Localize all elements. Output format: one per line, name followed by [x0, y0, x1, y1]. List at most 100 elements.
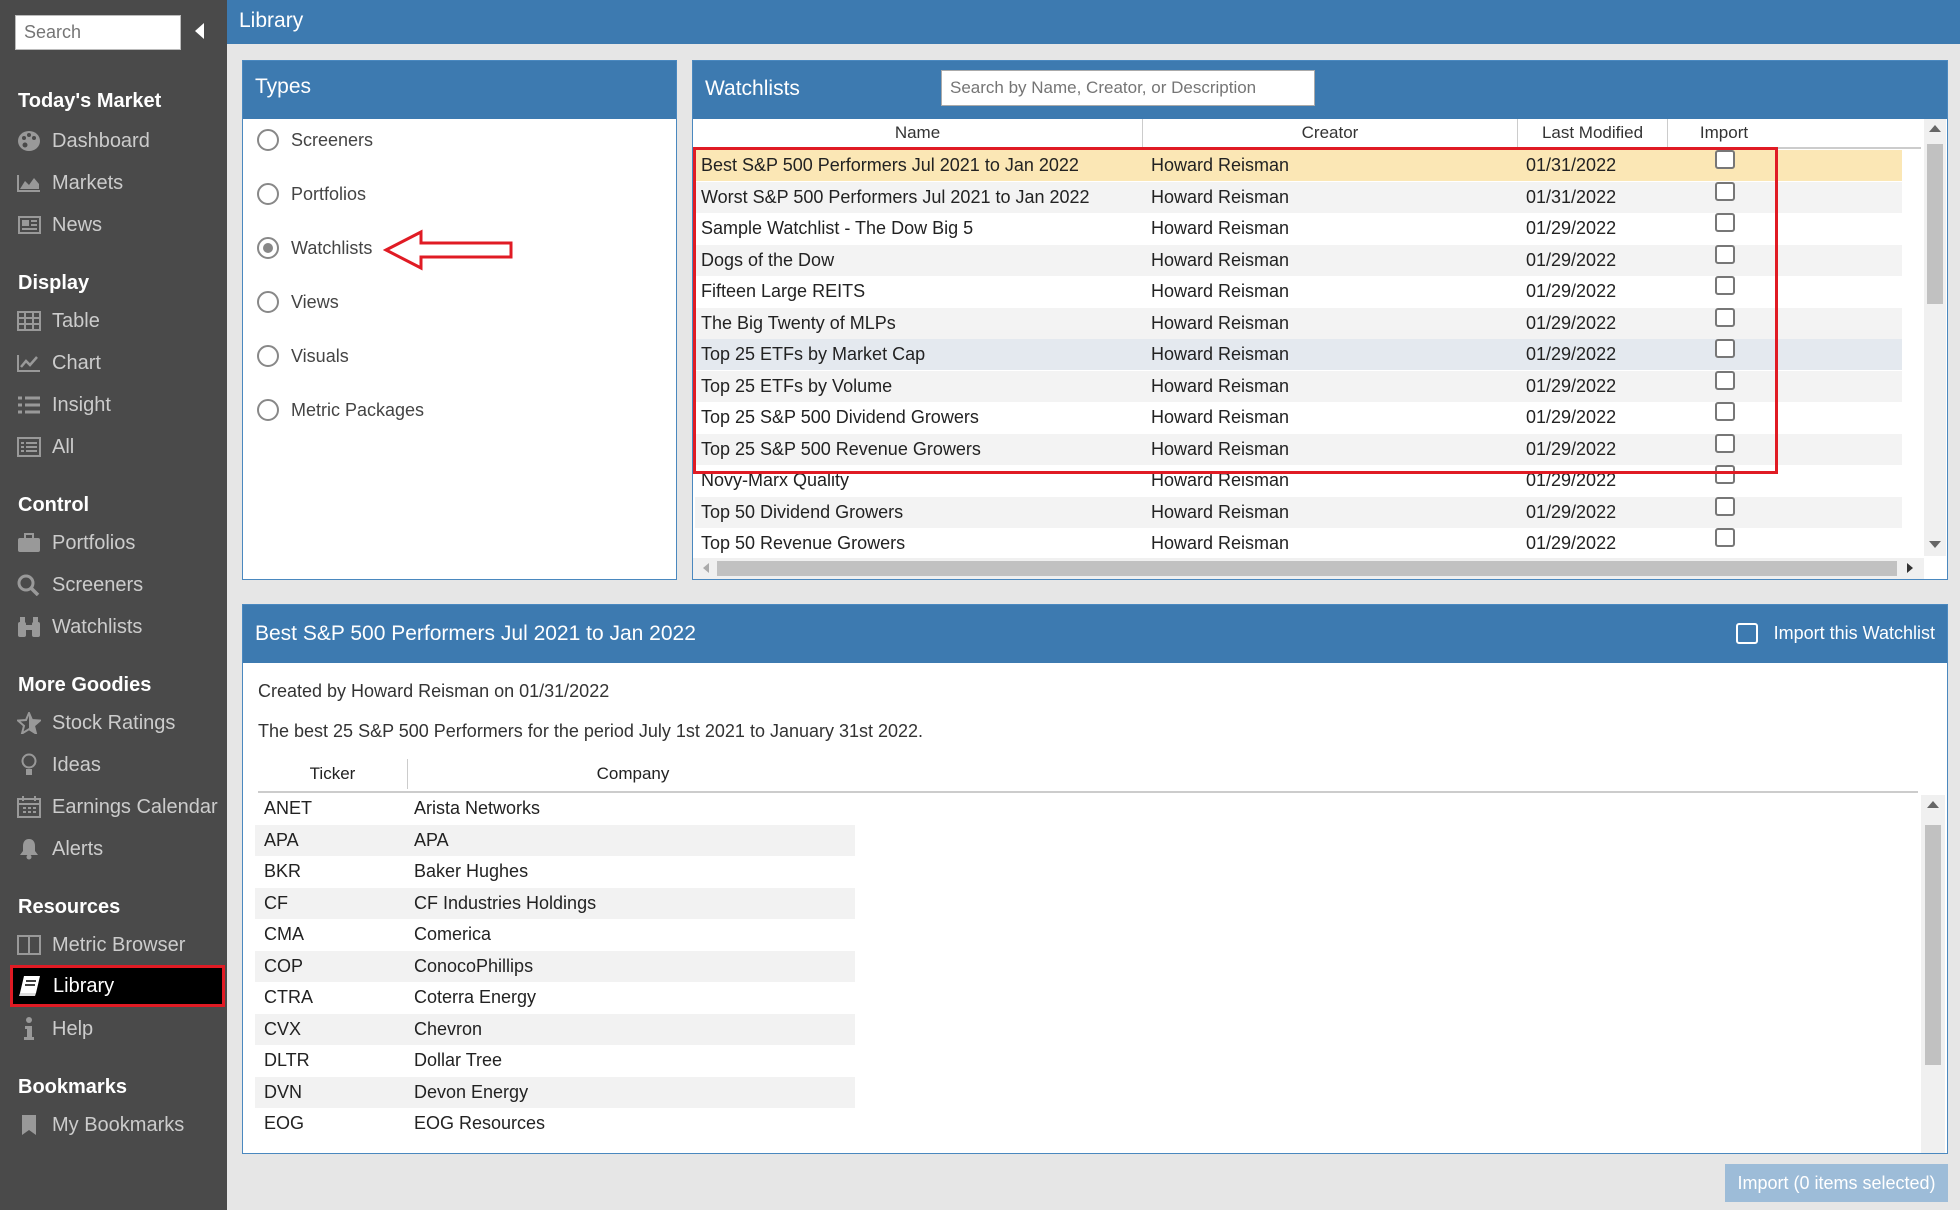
table-row[interactable]: Top 25 ETFs by Volume Howard Reisman 01/29… [695, 370, 1902, 402]
sidebar-search-input[interactable] [15, 15, 181, 50]
column-header-import[interactable]: Import [1668, 119, 1780, 147]
watchlist-name: The Big Twenty of MLPs [701, 312, 896, 333]
radio-icon[interactable] [257, 129, 279, 151]
column-header-name[interactable]: Name [693, 119, 1143, 147]
sidebar-item-chart[interactable]: Chart [15, 345, 225, 381]
sidebar-item-stock-ratings[interactable]: Stock Ratings [15, 705, 225, 741]
horizontal-scrollbar[interactable] [693, 558, 1924, 579]
sidebar-item-my-bookmarks[interactable]: My Bookmarks [15, 1107, 225, 1143]
import-row-checkbox[interactable] [1715, 402, 1735, 421]
sidebar-item-portfolios[interactable]: Portfolios [15, 525, 225, 561]
sidebar-item-all[interactable]: All [15, 429, 225, 465]
watchlist-name: Top 25 S&P 500 Dividend Growers [701, 407, 979, 427]
company-name: Baker Hughes [414, 861, 529, 881]
sidebar-item-watchlists[interactable]: Watchlists [15, 609, 225, 645]
import-row-checkbox[interactable] [1715, 465, 1735, 484]
watchlist-modified: 01/29/2022 [1526, 281, 1617, 301]
scroll-up-icon[interactable] [1929, 125, 1941, 132]
column-header-ticker[interactable]: Ticker [258, 759, 408, 789]
type-option-portfolios[interactable]: Portfolios [257, 183, 366, 205]
column-header-creator[interactable]: Creator [1143, 119, 1518, 147]
sidebar-item-news[interactable]: News [15, 207, 225, 243]
import-this-watchlist[interactable]: Import this Watchlist [1735, 623, 1935, 644]
watchlist-modified: 01/31/2022 [1526, 186, 1617, 207]
table-row[interactable]: Top 25 S&P 500 Dividend Growers Howard Re… [695, 402, 1902, 433]
radio-selected-icon[interactable] [257, 237, 279, 259]
import-row-checkbox[interactable] [1715, 339, 1735, 358]
section-more-goodies: More Goodies [18, 674, 152, 696]
radio-icon[interactable] [257, 183, 279, 205]
watchlist-search-input[interactable] [941, 70, 1315, 106]
sidebar-item-table[interactable]: Table [15, 303, 225, 339]
import-row-checkbox[interactable] [1715, 244, 1735, 264]
ticker-symbol: EOG [264, 1113, 305, 1133]
sidebar-item-dashboard[interactable]: Dashboard [15, 123, 225, 159]
scroll-right-icon[interactable] [1907, 563, 1913, 573]
table-row[interactable]: Dogs of the Dow Howard Reisman 01/29/2022 [695, 244, 1902, 276]
import-row-checkbox[interactable] [1715, 307, 1735, 327]
search-icon [15, 573, 43, 597]
table-row[interactable]: Novy-Marx Quality Howard Reisman 01/29/202… [695, 465, 1902, 496]
sidebar-item-library[interactable]: Library [10, 965, 225, 1007]
import-button[interactable]: Import (0 items selected) [1725, 1164, 1948, 1202]
table-row[interactable]: Worst S&P 500 Performers Jul 2021 to Jan… [695, 181, 1902, 213]
sidebar-item-metric-browser[interactable]: Metric Browser [15, 927, 225, 963]
import-row-checkbox[interactable] [1715, 181, 1735, 201]
company-name: Coterra Energy [414, 987, 537, 1007]
calendar-icon [15, 795, 43, 819]
import-row-checkbox[interactable] [1715, 213, 1735, 232]
detail-vertical-scrollbar[interactable] [1921, 795, 1945, 1153]
import-row-checkbox[interactable] [1715, 528, 1735, 547]
sidebar-item-alerts[interactable]: Alerts [15, 831, 225, 867]
sidebar-item-markets[interactable]: Markets [15, 165, 225, 201]
scrollbar-thumb[interactable] [1927, 144, 1943, 304]
type-option-metric-packages[interactable]: Metric Packages [257, 399, 424, 421]
column-header-company[interactable]: Company [408, 759, 858, 789]
sidebar-item-screeners[interactable]: Screeners [15, 567, 225, 603]
sidebar-item-help[interactable]: Help [15, 1011, 225, 1047]
scroll-up-icon[interactable] [1927, 801, 1939, 808]
type-option-screeners[interactable]: Screeners [257, 129, 373, 151]
type-option-watchlists[interactable]: Watchlists [257, 237, 372, 259]
type-option-visuals[interactable]: Visuals [257, 345, 349, 367]
type-option-views[interactable]: Views [257, 291, 339, 313]
table-row[interactable]: Best S&P 500 Performers Jul 2021 to Jan … [695, 150, 1902, 181]
line-chart-icon [15, 351, 43, 375]
sidebar-item-label: Library [53, 974, 115, 997]
ticker-symbol: BKR [264, 861, 302, 881]
scroll-left-icon[interactable] [703, 563, 709, 573]
watchlists-panel: Watchlists Name Creator Last Modified Im… [692, 60, 1948, 580]
import-row-checkbox[interactable] [1715, 276, 1735, 295]
type-option-label: Screeners [291, 129, 374, 150]
table-row[interactable]: Top 50 Dividend Growers Howard Reisman 01/… [695, 496, 1902, 528]
import-row-checkbox[interactable] [1715, 496, 1735, 516]
table-row[interactable]: Top 25 ETFs by Market Cap Howard Reisman 0… [695, 339, 1902, 370]
watchlist-modified: 01/29/2022 [1526, 218, 1617, 238]
table-row[interactable]: The Big Twenty of MLPs Howard Reisman 01/2… [695, 307, 1902, 339]
radio-icon[interactable] [257, 399, 279, 421]
scroll-down-icon[interactable] [1929, 541, 1941, 548]
ticker-row: ANET Arista Networks [255, 793, 855, 824]
sidebar-item-insight[interactable]: Insight [15, 387, 225, 423]
table-row[interactable]: Sample Watchlist - The Dow Big 5 Howard R… [695, 213, 1902, 244]
sidebar-item-earnings-calendar[interactable]: Earnings Calendar [15, 789, 225, 825]
radio-icon[interactable] [257, 291, 279, 313]
table-row[interactable]: Top 25 S&P 500 Revenue Growers Howard Rei… [695, 433, 1902, 465]
watchlist-creator: Howard Reisman [1151, 218, 1290, 238]
import-row-checkbox[interactable] [1715, 150, 1735, 169]
import-row-checkbox[interactable] [1715, 433, 1735, 453]
import-row-checkbox[interactable] [1715, 370, 1735, 390]
column-header-last-modified[interactable]: Last Modified [1518, 119, 1668, 147]
scrollbar-thumb[interactable] [717, 561, 1897, 576]
table-row[interactable]: Top 50 Revenue Growers Howard Reisman 01/2… [695, 528, 1902, 559]
import-checkbox[interactable] [1735, 623, 1758, 644]
table-row[interactable]: Fifteen Large REITS Howard Reisman 01/29/2… [695, 276, 1902, 307]
watchlist-creator: Howard Reisman [1151, 344, 1290, 364]
vertical-scrollbar[interactable] [1924, 119, 1946, 556]
scrollbar-thumb[interactable] [1925, 825, 1941, 1065]
watchlist-name: Top 50 Dividend Growers [701, 501, 904, 522]
sidebar-item-ideas[interactable]: Ideas [15, 747, 225, 783]
radio-icon[interactable] [257, 345, 279, 367]
company-name: Dollar Tree [414, 1050, 503, 1070]
collapse-sidebar-icon[interactable] [195, 23, 204, 39]
